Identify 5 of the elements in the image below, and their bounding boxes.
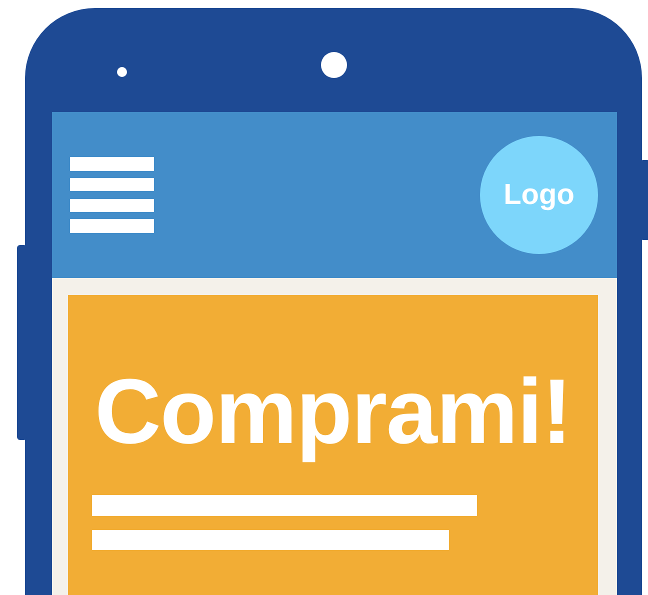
headline: Comprami! xyxy=(94,360,572,465)
camera-icon xyxy=(321,52,347,78)
sensor-icon xyxy=(117,67,127,77)
menu-icon[interactable] xyxy=(70,157,154,233)
logo: Logo xyxy=(480,136,598,254)
